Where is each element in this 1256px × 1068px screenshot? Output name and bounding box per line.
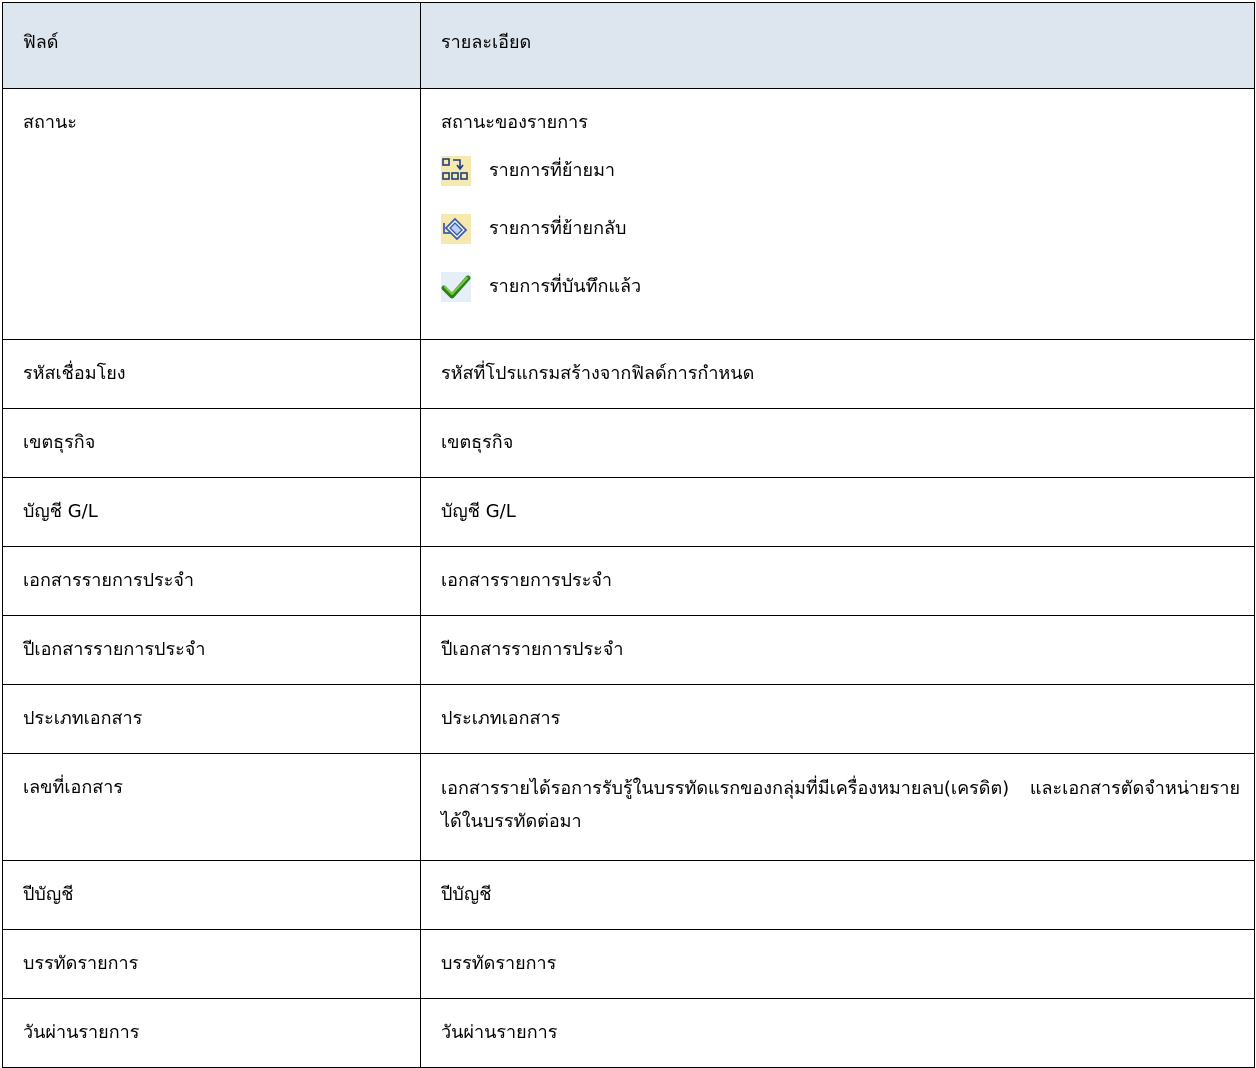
table-row: เขตธุรกิจ เขตธุรกิจ [2,408,1255,478]
status-item-label: รายการที่ย้ายมา [489,160,616,181]
row-description: รหัสที่โปรแกรมสร้างจากฟิลด์การกำหนด [420,339,1255,409]
table-row: ประเภทเอกสาร ประเภทเอกสาร [2,684,1255,754]
row-description: สถานะของรายการ รายการที่ย้ายมา รายการที่… [420,88,1255,340]
row-description: บัญชี G/L [420,477,1255,547]
row-field: รหัสเชื่อมโยง [2,339,421,409]
row-description: ปีเอกสารรายการประจำ [420,615,1255,685]
row-description: บรรทัดรายการ [420,929,1255,999]
row-description: ประเภทเอกสาร [420,684,1255,754]
status-item-posted: รายการที่บันทึกแล้ว [441,265,1240,309]
table-row: ปีเอกสารรายการประจำ ปีเอกสารรายการประจำ [2,615,1255,685]
row-description: ปีบัญชี [420,860,1255,930]
status-item-label: รายการที่ย้ายกลับ [489,218,627,239]
row-field: สถานะ [2,88,421,340]
row-field: ปีบัญชี [2,860,421,930]
transfer-in-icon [441,156,471,186]
row-description: เขตธุรกิจ [420,408,1255,478]
field-description-table: ฟิลด์ รายละเอียด สถานะ สถานะของรายการ รา… [2,2,1255,1068]
table-row: สถานะ สถานะของรายการ รายการที่ย้ายมา ราย… [2,88,1255,340]
header-description: รายละเอียด [420,2,1255,89]
checkmark-icon [441,272,471,302]
table-row: ปีบัญชี ปีบัญชี [2,860,1255,930]
row-description: วันผ่านรายการ [420,998,1255,1068]
row-field: เขตธุรกิจ [2,408,421,478]
row-field: บรรทัดรายการ [2,929,421,999]
table-row: วันผ่านรายการ วันผ่านรายการ [2,998,1255,1068]
row-field: เลขที่เอกสาร [2,753,421,861]
table-row: บรรทัดรายการ บรรทัดรายการ [2,929,1255,999]
status-item-transferred-back: รายการที่ย้ายกลับ [441,207,1240,251]
row-description-text: เอกสารรายได้รอการรับรู้ในบรรทัดแรกของกลุ… [441,778,1240,832]
table-row: รหัสเชื่อมโยง รหัสที่โปรแกรมสร้างจากฟิลด… [2,339,1255,409]
row-field: ปีเอกสารรายการประจำ [2,615,421,685]
row-field: บัญชี G/L [2,477,421,547]
row-description: เอกสารรายการประจำ [420,546,1255,616]
status-description: สถานะของรายการ [441,112,588,133]
table-header-row: ฟิลด์ รายละเอียด [2,2,1255,89]
row-field: เอกสารรายการประจำ [2,546,421,616]
table-row: เลขที่เอกสาร เอกสารรายได้รอการรับรู้ในบร… [2,753,1255,861]
table-row: เอกสารรายการประจำ เอกสารรายการประจำ [2,546,1255,616]
table-row: บัญชี G/L บัญชี G/L [2,477,1255,547]
row-field: ประเภทเอกสาร [2,684,421,754]
transfer-back-icon [441,214,471,244]
row-field: วันผ่านรายการ [2,998,421,1068]
status-list: รายการที่ย้ายมา รายการที่ย้ายกลับ รายการ… [441,149,1240,309]
status-item-label: รายการที่บันทึกแล้ว [489,276,642,297]
status-item-transferred-in: รายการที่ย้ายมา [441,149,1240,193]
header-field: ฟิลด์ [2,2,421,89]
row-description: เอกสารรายได้รอการรับรู้ในบรรทัดแรกของกลุ… [420,753,1255,861]
